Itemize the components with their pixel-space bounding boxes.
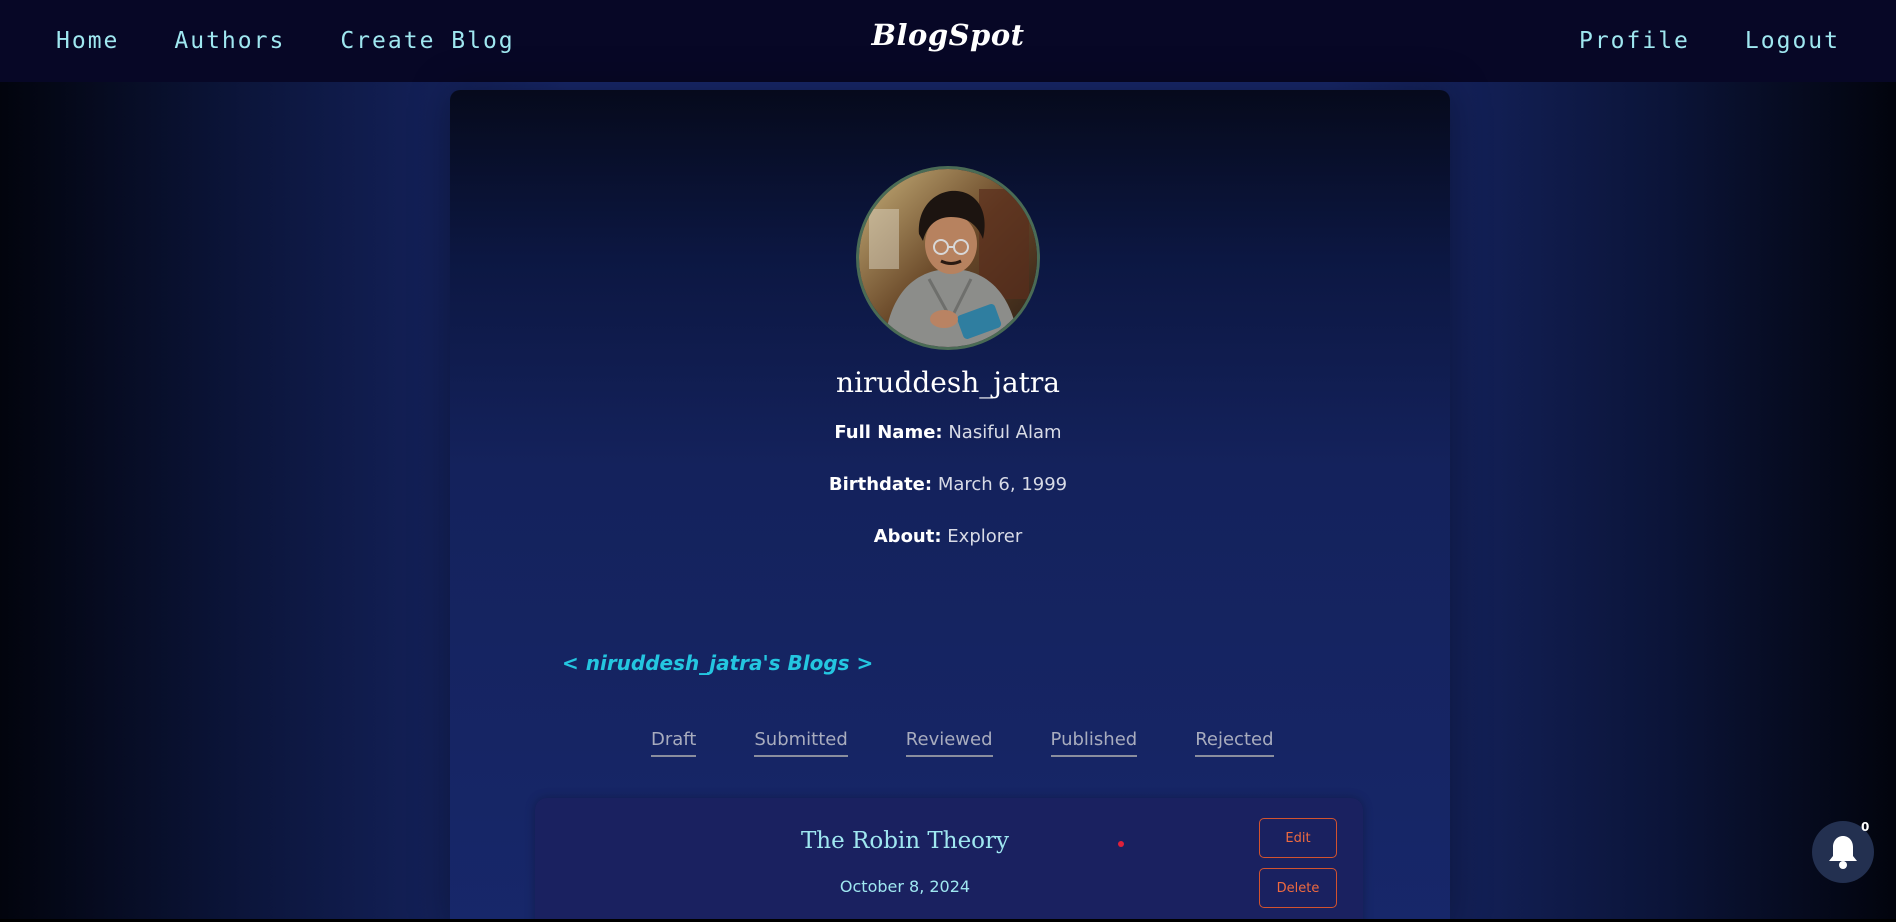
full-name-label: Full Name:	[834, 422, 943, 443]
delete-button[interactable]: Delete	[1259, 868, 1337, 908]
tab-rejected[interactable]: Rejected	[1195, 729, 1274, 757]
about-label: About:	[873, 526, 942, 547]
nav-right-group: Profile Logout	[1524, 0, 1840, 82]
birthdate-line: Birthdate: March 6, 1999	[0, 474, 1896, 495]
nav-left-group: Home Authors Create Blog	[56, 0, 570, 82]
top-navbar: Home Authors Create Blog BlogSpot Profil…	[0, 0, 1896, 82]
user-photo-icon	[859, 169, 1037, 347]
nav-create-blog-link[interactable]: Create Blog	[340, 28, 514, 54]
full-name-line: Full Name: Nasiful Alam	[0, 422, 1896, 443]
brand-logo[interactable]: BlogSpot	[871, 18, 1024, 52]
about-line: About: Explorer	[0, 526, 1896, 547]
birthdate-value: March 6, 1999	[937, 474, 1068, 495]
blog-status-tabs: Draft Submitted Reviewed Published Rejec…	[651, 729, 1274, 757]
blog-title[interactable]: The Robin Theory	[0, 828, 1810, 854]
profile-username: niruddesh_jatra	[836, 366, 1060, 399]
avatar	[856, 166, 1040, 350]
tab-published[interactable]: Published	[1050, 729, 1138, 757]
status-dot-icon	[1118, 841, 1124, 847]
edit-button[interactable]: Edit	[1259, 818, 1337, 858]
tab-reviewed[interactable]: Reviewed	[905, 729, 993, 757]
about-value: Explorer	[947, 526, 1023, 547]
nav-home-link[interactable]: Home	[56, 28, 119, 54]
nav-authors-link[interactable]: Authors	[174, 28, 285, 54]
notification-count-badge: 0	[1861, 820, 1870, 834]
tab-submitted[interactable]: Submitted	[754, 729, 848, 757]
nav-profile-link[interactable]: Profile	[1579, 28, 1690, 54]
tab-draft[interactable]: Draft	[651, 729, 697, 757]
blog-list-item[interactable]	[535, 798, 1363, 922]
blog-date: October 8, 2024	[839, 877, 971, 896]
full-name-value: Nasiful Alam	[948, 422, 1062, 443]
nav-logout-link[interactable]: Logout	[1745, 28, 1840, 54]
birthdate-label: Birthdate:	[828, 474, 933, 495]
blogs-heading: < niruddesh_jatra's Blogs >	[562, 651, 874, 675]
bell-icon	[1829, 836, 1857, 869]
